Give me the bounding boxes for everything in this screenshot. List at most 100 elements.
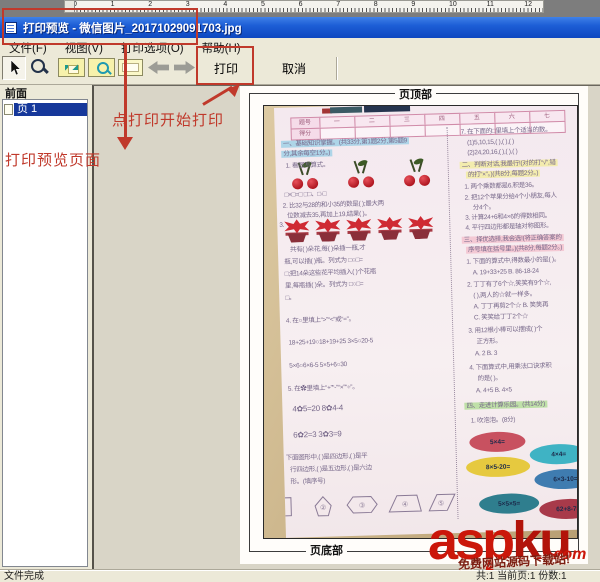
magnifier-handle [42,66,49,74]
worksheet-text-line: 正方形。 [476,337,502,346]
worksheet-text-line: 的打“×”。)(共8分,每题2分。) [465,169,541,179]
worksheet-text-line: 7. 在下面的□里填上个适当的数。 [460,126,552,136]
worksheet-text-line: 3. [279,221,285,229]
annotation-arrowhead [117,137,133,150]
cherry-illustration [344,158,381,188]
toolbar: 打印 取消 [0,55,600,85]
ruler-number: 10 [449,1,457,8]
worksheet-text-line: 4✿5=20 8✿4-4 [292,403,344,414]
preview-paper: 页顶部 页底部 题号一二三四五六七得分 ② ③ ④ ⑤ 一、基础知识掌握。(共3… [240,86,588,564]
score-table-cell [424,123,461,137]
worksheet-text-line: 四、走进计算乐园。(共14分) [464,400,548,410]
flowerpot-illustration [345,217,373,241]
page-list-item[interactable]: 页 1 [4,103,87,116]
worksheet-text-line: 3. 用12根小棒可以摆成( )个 [468,325,543,335]
worksheet-text-line: □。 [285,294,296,302]
margins-button[interactable] [118,59,143,76]
worksheet-text-line: 二、判断对话,我最行!(对的打“√”,错 [459,159,558,169]
worksheet-text-line: A. 2 B. 3 [474,349,498,358]
worksheet-text-line: 分4个。 [472,203,495,212]
worksheet-text-line: (2)24,20,16,( ),( ),( ) [467,148,518,157]
worksheet-text-line: A. 4+5 B. 4×5 [475,386,512,395]
worksheet-text-line: ( ),两人的☆就一样多。 [473,290,536,300]
calculation-bubble: 6×3-10= [534,468,577,490]
worksheet-text-line: 分,其余每空1分。) [281,149,333,158]
ruler-number: 12 [524,1,532,8]
cancel-button[interactable]: 取消 [264,55,324,81]
worksheet-text-line: 4. 在○里填上“>”“<”或“=”。 [285,315,355,325]
ruler-number: 7 [336,1,341,8]
square-shape [284,497,292,517]
image-magnifier-handle [106,69,112,75]
annotation-box-title [2,8,198,45]
status-bar: 文件完成 共:1 当前页:1 份数:1 [0,570,600,582]
page-item-label: 页 1 [14,103,87,116]
score-table-cell [354,125,391,139]
worksheet-text-line: 下面图形中,( )是四边形,( )是平 [285,452,368,462]
page-bottom-label: 页底部 [306,542,347,558]
worksheet-text-line: 18+25+19○18+19+25 3×5○20-5 [288,337,374,347]
select-tool-button[interactable] [2,56,26,80]
worksheet-text-line: 5×6○6×6-5 5×5+6○30 [289,361,348,370]
flowerpot-illustration [407,216,435,240]
worksheet-text-line: 1. 两个乘数都是6,积是36。 [464,181,538,191]
status-message: 文件完成 [4,571,44,582]
ruler-number: 11 [486,1,494,8]
annotation-box-print [196,46,254,85]
worksheet-text-line: 的是( )。 [477,374,502,383]
next-page-arrow-icon[interactable] [174,61,195,74]
worksheet-photo: 题号一二三四五六七得分 ② ③ ④ ⑤ 一、基础知识掌握。(共33分,第1题2分… [274,106,577,538]
flowerpot-illustration [283,219,311,243]
score-table: 题号一二三四五六七得分 [289,109,566,141]
worksheet-text-line: 行四边形,( )是五边形,( )是六边 [290,464,372,474]
worksheet-text-line: 共有( )朵花,每( )朵插一瓶,才 [289,244,366,254]
worksheet-text-line: 6✿2=3 3✿3=9 [293,429,342,440]
worksheet-text-line: 里,每瓶插( )朵。列式为 □○□= [284,280,364,290]
worksheet-text-line: 2. 比32与28的和小35的数是( );最大两 [282,199,384,210]
worksheet-edge-decoration [330,106,363,114]
sidebar-header: 前面 [5,88,27,100]
status-page-info: 共:1 当前页:1 份数:1 [476,571,567,582]
ruler-number: 8 [373,1,378,8]
shape-label: ⑤ [438,499,445,507]
ruler-number: 9 [411,1,416,8]
toolbar-separator [336,57,338,80]
calculation-bubble: 5×4= [469,431,526,453]
shape-label: ③ [359,502,366,510]
zoom-tool-button[interactable] [27,56,51,80]
ruler-number: 6 [298,1,303,8]
worksheet-text-line: 瓶,可以插( )瓶。列式为 □○□= [284,256,363,266]
worksheet-text-line: 4. 平行四边形都是轴对称图形。 [465,222,553,232]
zoom-image-button[interactable] [88,58,115,77]
photo-preview: 题号一二三四五六七得分 ② ③ ④ ⑤ 一、基础知识掌握。(共33分,第1题2分… [264,106,577,538]
flowerpot-illustration [376,216,404,240]
worksheet-text-line: 1. 吹泡泡。(8分) [470,416,516,425]
worksheet-text-line: A. 丁丁再剪2个☆ B. 笑笑再 [473,301,549,311]
page-top-label: 页顶部 [395,86,436,102]
cursor-arrow-icon [10,59,22,76]
ruler-number: 5 [261,1,265,8]
worksheet-text-line: 形。(填序号) [290,477,326,486]
page-boundary-box: 页顶部 页底部 题号一二三四五六七得分 ② ③ ④ ⑤ 一、基础知识掌握。(共3… [249,86,579,558]
shape-label: ④ [402,500,409,508]
worksheet-text-line: □×□=□ □□、□-□ [284,190,327,199]
worksheet-text-line: A. 19+33+25 B. 86-18-24 [472,267,539,277]
cherry-illustration [399,157,436,187]
fit-page-button[interactable] [58,58,85,77]
worksheet-text-line: 4. 下面算式中,用乘法口诀求积 [469,362,552,372]
photo-frame: 题号一二三四五六七得分 ② ③ ④ ⑤ 一、基础知识掌握。(共33分,第1题2分… [263,105,578,539]
shape-label: ② [320,504,327,512]
worksheet-text-line: 2. 把12个苹果分给4个小朋友,每人 [464,192,557,202]
worksheet-text-line: 三、择优选择,我会选!(将正确答案的 [461,233,564,244]
worksheet-text-line: □;把14朵这些花平均插入( )个花瓶 [284,268,377,278]
annotation-preview-note: 打印预览页面 [5,152,102,169]
worksheet-text-line: 3. 计算24+6和4×6的得数相同。 [465,212,551,222]
worksheet-text-line: (1)5,10,15,( ),( ),( ) [466,138,514,147]
worksheet-edge-decoration [363,106,411,113]
previous-page-arrow-icon[interactable] [148,61,169,74]
score-table-cell [389,124,426,138]
worksheet-text-line: 1. 下面的算式中,得数最小的是( )。 [466,256,561,266]
column-divider [446,127,459,520]
score-table-header: 得分 [290,127,321,141]
score-table-cell [319,126,356,140]
